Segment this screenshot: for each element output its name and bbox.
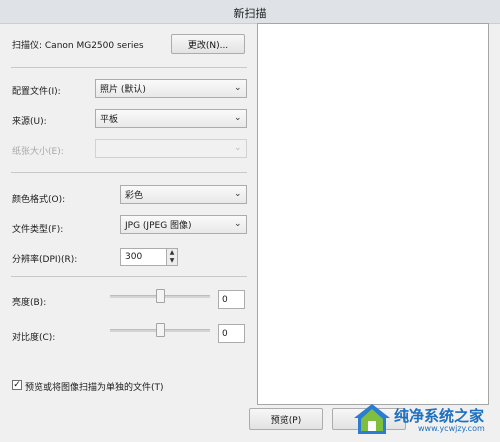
slider-thumb[interactable] — [156, 323, 165, 337]
brightness-input[interactable]: 0 — [218, 290, 245, 309]
source-value: 平板 — [100, 115, 119, 125]
brightness-slider[interactable] — [110, 289, 210, 303]
divider — [11, 172, 247, 173]
file-type-value: JPG (JPEG 图像) — [125, 221, 192, 231]
spin-down-icon[interactable]: ▼ — [166, 257, 177, 265]
chevron-down-icon: ⌄ — [234, 143, 242, 153]
file-type-label: 文件类型(F): — [12, 225, 64, 235]
brightness-label: 亮度(B): — [12, 298, 47, 308]
chevron-down-icon: ⌄ — [234, 189, 242, 199]
contrast-label: 对比度(C): — [12, 333, 56, 343]
resolution-label: 分辨率(DPI)(R): — [12, 255, 78, 265]
contrast-slider[interactable] — [110, 323, 210, 337]
source-select[interactable]: 平板 ⌄ — [95, 109, 247, 128]
house-logo-icon — [354, 404, 390, 434]
contrast-value: 0 — [222, 328, 228, 339]
divider — [11, 67, 247, 68]
file-type-select[interactable]: JPG (JPEG 图像) ⌄ — [120, 215, 247, 234]
paper-size-label: 纸张大小(E): — [12, 147, 64, 157]
checkmark-icon: ✓ — [13, 380, 21, 390]
window-title: 新扫描 — [233, 7, 267, 20]
profile-value: 照片 (默认) — [100, 85, 146, 95]
contrast-input[interactable]: 0 — [218, 324, 245, 343]
preview-separate-checkbox[interactable]: ✓ — [12, 380, 22, 390]
preview-separate-label: 预览或将图像扫描为单独的文件(T) — [25, 383, 164, 393]
chevron-down-icon: ⌄ — [234, 83, 242, 93]
color-format-value: 彩色 — [125, 191, 144, 201]
scan-dialog: 新扫描 扫描仪: Canon MG2500 series 更改(N)... 配置… — [0, 0, 500, 442]
divider — [11, 276, 247, 277]
resolution-value: 300 — [125, 252, 143, 262]
brightness-value: 0 — [222, 294, 228, 305]
chevron-down-icon: ⌄ — [234, 219, 242, 229]
color-format-label: 颜色格式(O): — [12, 195, 66, 205]
title-bar: 新扫描 — [0, 0, 500, 24]
watermark-logo: 纯净系统之家 www.ycwjzy.com — [348, 400, 498, 438]
profile-label: 配置文件(I): — [12, 87, 61, 97]
chevron-down-icon: ⌄ — [234, 113, 242, 123]
profile-select[interactable]: 照片 (默认) ⌄ — [95, 79, 247, 98]
source-label: 来源(U): — [12, 117, 47, 127]
watermark-url: www.ycwjzy.com — [418, 424, 485, 433]
preview-area — [257, 23, 489, 405]
scanner-label: 扫描仪: Canon MG2500 series — [12, 41, 144, 51]
preview-button[interactable]: 预览(P) — [249, 408, 323, 430]
slider-thumb[interactable] — [156, 289, 165, 303]
resolution-stepper[interactable]: 300 ▲ ▼ — [120, 248, 178, 266]
paper-size-select: ⌄ — [95, 139, 247, 158]
color-format-select[interactable]: 彩色 ⌄ — [120, 185, 247, 204]
watermark-text: 纯净系统之家 — [394, 407, 485, 425]
change-scanner-button[interactable]: 更改(N)... — [171, 34, 245, 54]
